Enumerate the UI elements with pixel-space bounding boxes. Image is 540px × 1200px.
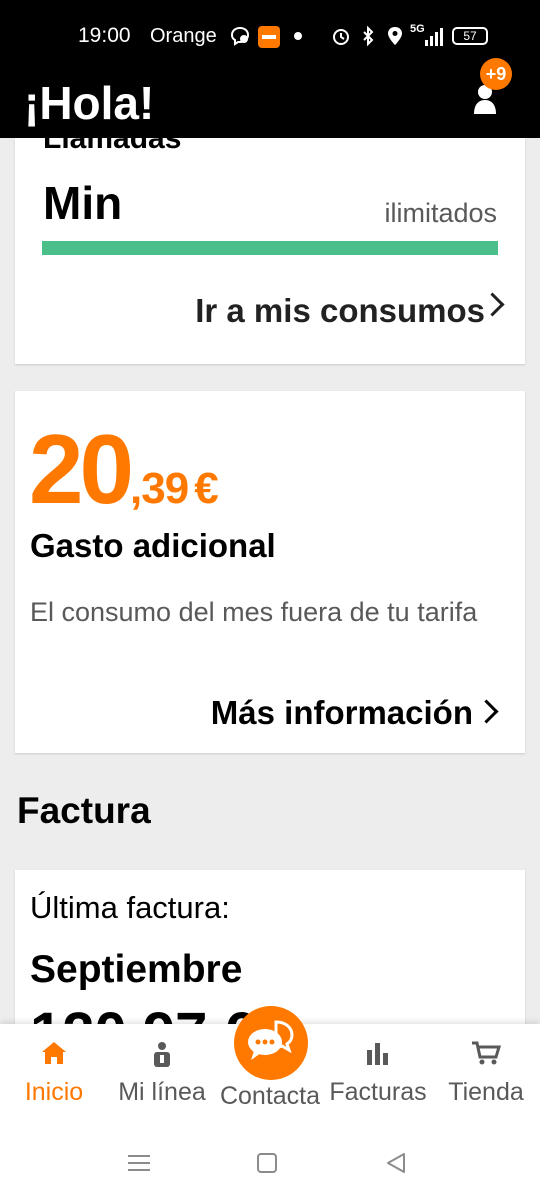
system-navigation-bar — [0, 1130, 540, 1200]
alarm-icon — [333, 29, 349, 45]
chevron-right-icon[interactable] — [474, 699, 499, 724]
amount-integer: 20 — [29, 414, 134, 524]
location-icon — [388, 27, 402, 45]
nav-tienda[interactable]: Tienda — [432, 1024, 540, 1130]
network-label: 5G — [410, 23, 425, 35]
bluetooth-icon — [363, 26, 374, 46]
extra-charge-card: 20,39 € Gasto adicional El consumo del me… — [15, 391, 525, 753]
invoice-section-title: Factura — [17, 790, 151, 831]
status-time: 19:00 — [78, 24, 131, 47]
calls-status: ilimitados — [384, 198, 497, 228]
nav-label-tienda: Tienda — [448, 1078, 524, 1106]
more-info-link[interactable]: Más información — [211, 694, 473, 732]
temu-app-icon — [258, 26, 280, 48]
calls-card: Llamadas Min ilimitados Ir a mis consumo… — [15, 138, 525, 364]
calls-title: Llamadas — [43, 138, 182, 155]
messenger-icon — [230, 26, 250, 46]
calls-unit: Min — [43, 177, 123, 229]
nav-facturas[interactable]: Facturas — [324, 1024, 432, 1130]
nav-mi-linea[interactable]: Mi línea — [108, 1024, 216, 1130]
extra-charge-title: Gasto adicional — [30, 527, 276, 564]
battery-icon: 57 — [452, 27, 488, 45]
extra-charge-description: El consumo del mes fuera de tu tarifa — [30, 597, 478, 627]
amount-currency: € — [194, 464, 219, 513]
menu-icon[interactable] — [127, 1152, 151, 1174]
nav-inicio[interactable]: Inicio — [0, 1024, 108, 1130]
last-invoice-label: Última factura: — [30, 890, 230, 925]
signal-icon — [425, 28, 443, 46]
home-square-icon[interactable] — [256, 1152, 278, 1174]
bar-chart-icon — [367, 1043, 388, 1065]
status-bar: 19:00 Orange 5G 57 — [0, 0, 540, 72]
app-header: ¡Hola! — [0, 72, 540, 138]
status-carrier: Orange — [150, 25, 217, 47]
contact-chat-button[interactable] — [234, 1006, 308, 1080]
extra-charge-amount: 20,39 € — [29, 413, 219, 526]
notification-badge[interactable]: +9 — [480, 58, 512, 90]
dot-icon — [294, 32, 302, 40]
usage-progress-fill — [42, 241, 498, 255]
battery-level: 57 — [463, 29, 477, 43]
person-line-icon — [154, 1042, 170, 1067]
invoice-month: Septiembre — [30, 948, 243, 991]
greeting-title: ¡Hola! — [24, 77, 155, 129]
chat-icon — [248, 1020, 294, 1060]
back-icon[interactable] — [384, 1151, 408, 1175]
my-consumption-link[interactable]: Ir a mis consumos — [195, 292, 485, 330]
cart-icon — [472, 1041, 501, 1065]
amount-decimal: ,39 — [130, 464, 189, 513]
usage-progress-bar — [42, 241, 498, 255]
home-icon — [42, 1042, 66, 1064]
